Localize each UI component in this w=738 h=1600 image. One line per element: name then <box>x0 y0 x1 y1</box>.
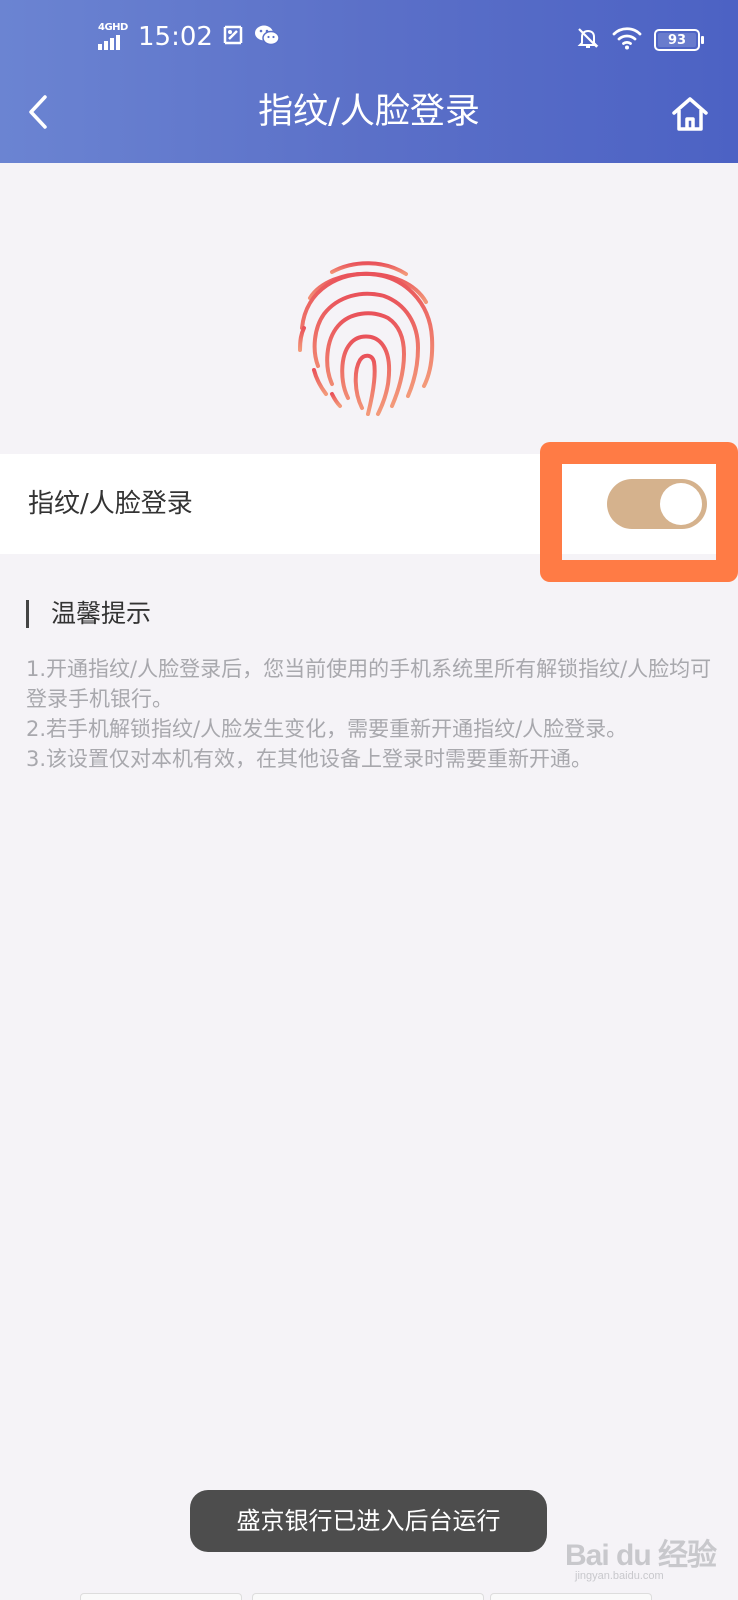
tips-accent-bar <box>26 600 29 628</box>
watermark-main: Bai du 经验 <box>565 1539 717 1572</box>
status-bar: 4GHD 15:02 93 <box>0 0 738 80</box>
fingerprint-login-label: 指纹/人脸登录 <box>28 489 193 519</box>
wechat-icon <box>253 23 281 51</box>
status-time: 15:02 <box>138 22 213 52</box>
baidu-watermark: Bai du 经验 jingyan.baidu.com <box>565 1530 725 1590</box>
page-title: 指纹/人脸登录 <box>258 92 480 132</box>
bottom-tab-edge <box>80 1593 242 1600</box>
tip-line-2: 2.若手机解锁指纹/人脸发生变化，需要重新开通指纹/人脸登录。 <box>26 717 628 741</box>
home-icon <box>672 97 708 131</box>
mute-bell-icon <box>576 26 600 54</box>
battery-level: 93 <box>667 32 687 48</box>
bottom-tab-edge <box>490 1593 652 1600</box>
signal-icon: 4GHD <box>98 22 130 52</box>
tip-line-1: 1.开通指纹/人脸登录后，您当前使用的手机系统里所有解锁指纹/人脸均可登录手机银… <box>26 657 712 711</box>
tip-line-3: 3.该设置仅对本机有效，在其他设备上登录时需要重新开通。 <box>26 747 593 771</box>
screen: 4GHD 15:02 93 指纹/人脸登录 指纹/人脸登录 温馨提示 1.开通指… <box>0 0 738 1600</box>
home-button[interactable] <box>668 92 712 136</box>
bottom-tab-edge <box>252 1593 484 1600</box>
status-left: 4GHD 15:02 <box>98 22 281 52</box>
toast-message: 盛京银行已进入后台运行 <box>190 1490 547 1552</box>
tips-header: 温馨提示 <box>26 596 151 632</box>
tips-title: 温馨提示 <box>51 599 152 628</box>
toggle-knob <box>660 483 702 525</box>
wifi-icon <box>612 26 642 54</box>
fingerprint-login-toggle[interactable] <box>607 479 707 529</box>
tips-body: 1.开通指纹/人脸登录后，您当前使用的手机系统里所有解锁指纹/人脸均可登录手机银… <box>26 654 716 774</box>
app-header: 4GHD 15:02 93 指纹/人脸登录 <box>0 0 738 163</box>
fingerprint-icon <box>292 258 442 418</box>
battery-icon: 93 <box>654 29 704 51</box>
network-type: 4GHD <box>98 22 128 33</box>
status-right: 93 <box>576 26 704 54</box>
screenshot-notify-icon <box>221 23 245 51</box>
watermark-sub: jingyan.baidu.com <box>575 1570 664 1582</box>
